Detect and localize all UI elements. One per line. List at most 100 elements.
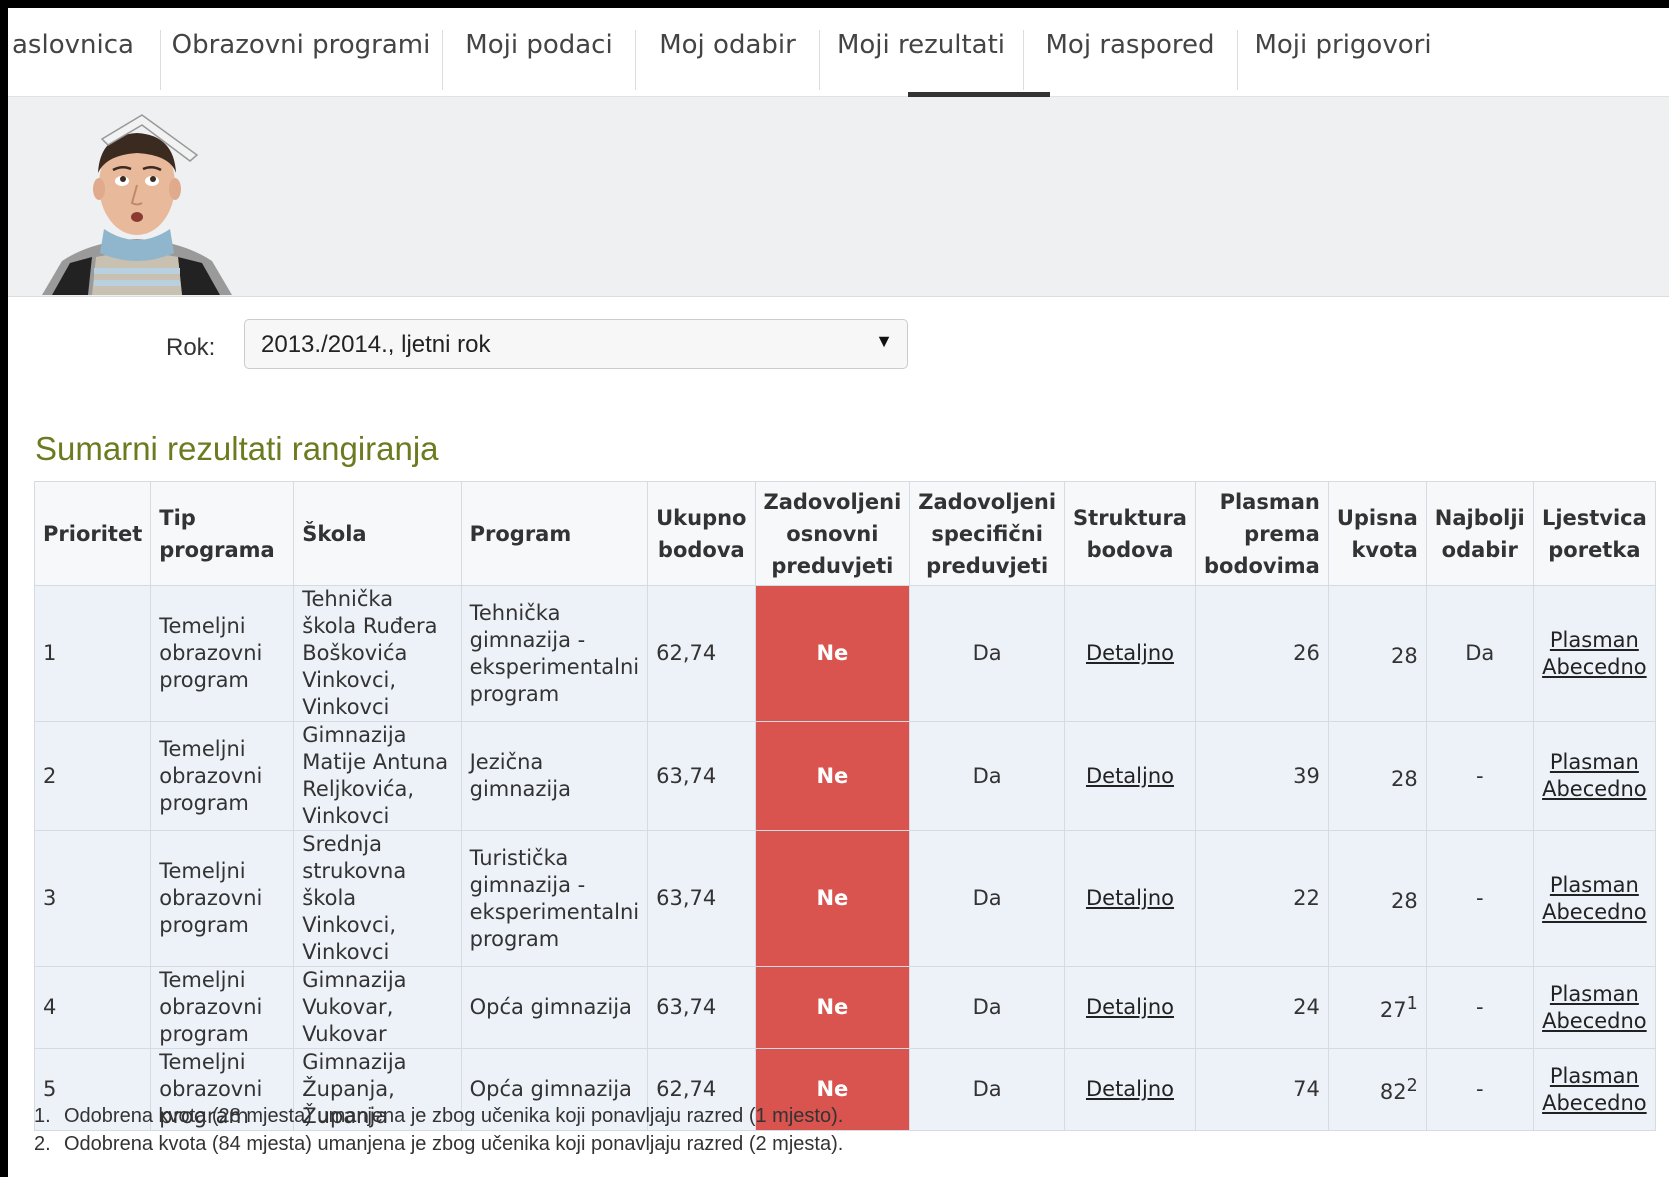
- table-row: 1 Temeljni obrazovni program Tehnička škol…: [33, 585, 1657, 722]
- cell-program: Jezična gimnazija: [460, 721, 649, 831]
- detaljno-link[interactable]: Detaljno: [1086, 995, 1174, 1019]
- cell-struktura-bodova: Detaljno: [1064, 830, 1196, 967]
- cell-plasman: 24: [1194, 966, 1329, 1049]
- cell-program: Turistička gimnazija - eksperimentalni p…: [460, 830, 649, 967]
- tab-obrazovni-programi[interactable]: Obrazovni programi: [161, 20, 441, 96]
- top-nav: aslovnica Obrazovni programi Moji podaci…: [8, 20, 1669, 111]
- table-row: 3 Temeljni obrazovni program Srednja struk…: [33, 830, 1657, 967]
- cell-program: Tehnička gimnazija - eksperimentalni pro…: [460, 585, 649, 722]
- plasman-link[interactable]: Plasman: [1550, 1064, 1639, 1088]
- tab-label: Moj odabir: [659, 30, 796, 60]
- cell-najbolji-odabir: Da: [1425, 585, 1534, 722]
- tab-label: Moji rezultati: [836, 30, 1006, 60]
- cell-ukupno-bodova: 63,74: [647, 830, 756, 967]
- col-header-specificni-preduvjeti: Zadovoljeni specifični preduvjeti: [909, 481, 1066, 586]
- tab-label: Moj raspored: [1045, 30, 1215, 60]
- cell-ukupno-bodova: 62,74: [647, 585, 756, 722]
- student-avatar-illustration: [42, 114, 232, 295]
- table-row: 4 Temeljni obrazovni program Gimnazija Vuk…: [33, 966, 1657, 1049]
- kvota-value: 82: [1379, 1080, 1407, 1104]
- cell-osnovni-preduvjeti: Ne: [754, 585, 911, 722]
- kvota-value: 28: [1391, 644, 1418, 668]
- detaljno-link[interactable]: Detaljno: [1086, 641, 1174, 665]
- col-header-ljestvica-poretka: Ljestvica poretka: [1532, 481, 1657, 586]
- cell-skola: Tehnička škola Ruđera Boškovića Vinkovci…: [293, 585, 462, 722]
- cell-najbolji-odabir: -: [1425, 966, 1534, 1049]
- kvota-footnote-ref: 1: [1406, 994, 1418, 1014]
- abecedno-link[interactable]: Abecedno: [1542, 1091, 1647, 1115]
- kvota-value: 28: [1391, 889, 1418, 913]
- cell-plasman: 74: [1194, 1048, 1329, 1131]
- cell-najbolji-odabir: -: [1425, 1048, 1534, 1131]
- footnote-text: Odobrena kvota (84 mjesta) umanjena je z…: [64, 1133, 844, 1155]
- col-header-struktura-bodova: Struktura bodova: [1064, 481, 1196, 586]
- plasman-link[interactable]: Plasman: [1550, 982, 1639, 1006]
- page: aslovnica Obrazovni programi Moji podaci…: [8, 8, 1669, 1177]
- cell-plasman: 22: [1194, 830, 1329, 967]
- cell-tip-programa: Temeljni obrazovni program: [150, 721, 295, 831]
- rok-selected-value: 2013./2014., ljetni rok: [261, 331, 491, 358]
- kvota-value: 27: [1379, 998, 1407, 1022]
- col-header-ukupno-bodova: Ukupno bodova: [647, 481, 756, 586]
- col-header-najbolji-odabir: Najbolji odabir: [1425, 481, 1534, 586]
- cell-osnovni-preduvjeti: Ne: [754, 966, 911, 1049]
- plasman-link[interactable]: Plasman: [1550, 873, 1639, 897]
- dropdown-arrow-icon: ▼: [875, 331, 893, 351]
- tab-moj-odabir[interactable]: Moj odabir: [636, 20, 819, 96]
- detaljno-link[interactable]: Detaljno: [1086, 764, 1174, 788]
- cell-osnovni-preduvjeti: Ne: [754, 721, 911, 831]
- cell-struktura-bodova: Detaljno: [1064, 721, 1196, 831]
- cell-specificni-preduvjeti: Da: [909, 721, 1066, 831]
- detaljno-link[interactable]: Detaljno: [1086, 1077, 1174, 1101]
- cell-ukupno-bodova: 63,74: [647, 721, 756, 831]
- cell-plasman: 26: [1194, 585, 1329, 722]
- cell-skola: Gimnazija Matije Antuna Reljkovića, Vink…: [293, 721, 462, 831]
- detaljno-link[interactable]: Detaljno: [1086, 886, 1174, 910]
- kvota-value: 28: [1391, 766, 1418, 791]
- tab-moji-prigovori[interactable]: Moji prigovori: [1238, 20, 1448, 96]
- cell-ljestvica-poretka: Plasman Abecedno: [1532, 585, 1657, 722]
- tab-label: Moji podaci: [465, 30, 613, 60]
- table-header-row: Prioritet Tip programa Škola Program Uku…: [33, 481, 1657, 586]
- col-header-skola: Škola: [293, 481, 462, 586]
- cell-prioritet: 4: [33, 966, 152, 1049]
- tab-naslovnica[interactable]: aslovnica: [12, 20, 134, 96]
- cell-ljestvica-poretka: Plasman Abecedno: [1532, 721, 1657, 831]
- cell-skola: Gimnazija Vukovar, Vukovar: [293, 966, 462, 1049]
- plasman-link[interactable]: Plasman: [1550, 750, 1639, 774]
- abecedno-link[interactable]: Abecedno: [1542, 900, 1647, 924]
- cell-struktura-bodova: Detaljno: [1064, 1048, 1196, 1131]
- results-table: Prioritet Tip programa Škola Program Uku…: [33, 481, 1657, 1131]
- tab-moji-rezultati[interactable]: Moji rezultati: [820, 20, 1022, 96]
- cell-specificni-preduvjeti: Da: [909, 966, 1066, 1049]
- plasman-link[interactable]: Plasman: [1550, 628, 1639, 652]
- cell-ljestvica-poretka: Plasman Abecedno: [1532, 966, 1657, 1049]
- cell-tip-programa: Temeljni obrazovni program: [150, 585, 295, 722]
- table-row: 2 Temeljni obrazovni program Gimnazija Mat…: [33, 721, 1657, 831]
- cell-prioritet: 3: [33, 830, 152, 967]
- cell-najbolji-odabir: -: [1425, 830, 1534, 967]
- cell-upisna-kvota: 28: [1327, 830, 1427, 967]
- cell-skola: Srednja strukovna škola Vinkovci, Vinkov…: [293, 830, 462, 967]
- cell-tip-programa: Temeljni obrazovni program: [150, 830, 295, 967]
- abecedno-link[interactable]: Abecedno: [1542, 1009, 1647, 1033]
- cell-ljestvica-poretka: Plasman Abecedno: [1532, 830, 1657, 967]
- tab-moj-raspored[interactable]: Moj raspored: [1024, 20, 1236, 96]
- col-header-upisna-kvota: Upisna kvota: [1327, 481, 1427, 586]
- tab-moji-podaci[interactable]: Moji podaci: [443, 20, 635, 96]
- cell-upisna-kvota: 271: [1327, 966, 1427, 1049]
- cell-specificni-preduvjeti: Da: [909, 830, 1066, 967]
- footnote: 2. Odobrena kvota (84 mjesta) umanjena je…: [34, 1130, 843, 1158]
- footnote: 1. Odobrena kvota (28 mjesta) umanjena je…: [34, 1102, 843, 1130]
- abecedno-link[interactable]: Abecedno: [1542, 777, 1647, 801]
- cell-struktura-bodova: Detaljno: [1064, 585, 1196, 722]
- cell-upisna-kvota: 822: [1327, 1048, 1427, 1131]
- cell-upisna-kvota: 28: [1327, 585, 1427, 722]
- rok-select[interactable]: 2013./2014., ljetni rok ▼: [244, 319, 908, 369]
- cell-prioritet: 1: [33, 585, 152, 722]
- section-title: Sumarni rezultati rangiranja: [35, 430, 439, 467]
- cell-struktura-bodova: Detaljno: [1064, 966, 1196, 1049]
- cell-ljestvica-poretka: Plasman Abecedno: [1532, 1048, 1657, 1131]
- abecedno-link[interactable]: Abecedno: [1542, 655, 1647, 679]
- tab-label: Moji prigovori: [1254, 30, 1432, 60]
